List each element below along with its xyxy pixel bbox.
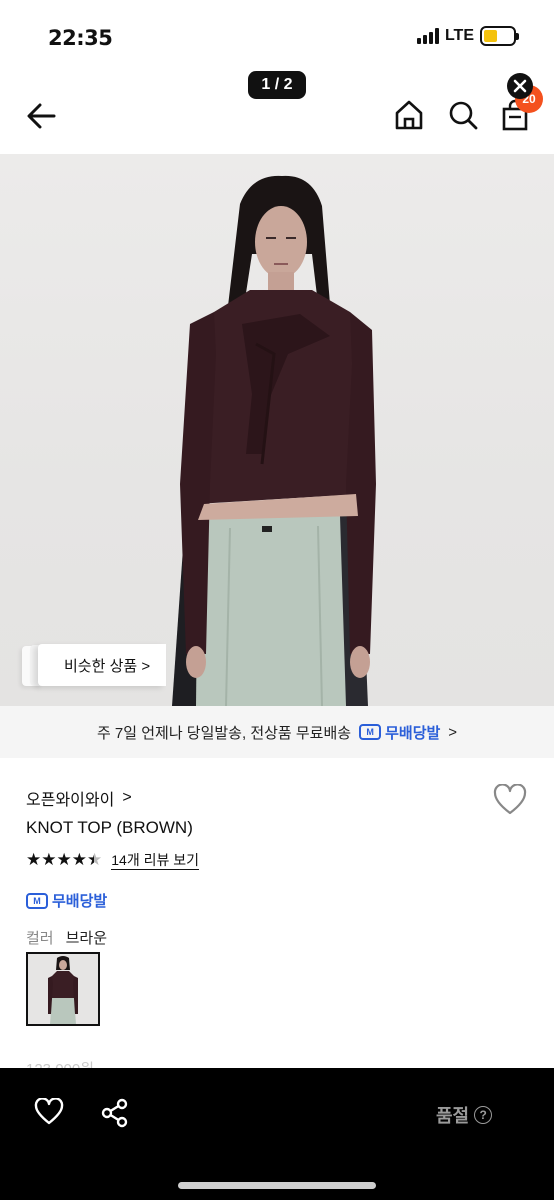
- share-icon[interactable]: [100, 1098, 130, 1128]
- similar-products-button[interactable]: 비슷한 상품 >: [38, 644, 166, 686]
- delivery-text: 주 7일 언제나 당일발송, 전상품 무료배송: [96, 724, 352, 742]
- brand-name: 오픈와이와이: [26, 792, 115, 809]
- delivery-banner[interactable]: 주 7일 언제나 당일발송, 전상품 무료배송 M 무배당발 >: [0, 706, 554, 758]
- search-icon[interactable]: [446, 98, 480, 132]
- status-indicators: LTE: [416, 26, 519, 46]
- close-icon[interactable]: [507, 73, 533, 99]
- free-delivery-label: 무배당발: [385, 724, 441, 742]
- chevron-right-icon: >: [448, 723, 458, 741]
- free-delivery-label: 무배당발: [52, 893, 108, 910]
- thumbnail-image: [28, 954, 98, 1024]
- battery-icon: [480, 26, 519, 46]
- image-page-counter: 1 / 2: [248, 71, 306, 99]
- star-icon: ★: [26, 850, 41, 869]
- color-label: 컬러: [26, 930, 54, 947]
- home-icon[interactable]: [392, 98, 426, 132]
- product-title: KNOT TOP (BROWN): [26, 818, 193, 837]
- rating-row: ★ ★ ★ ★ ★ 14개 리뷰 보기: [26, 850, 200, 870]
- review-link[interactable]: 14개 리뷰 보기: [111, 851, 200, 870]
- product-image[interactable]: [0, 154, 554, 706]
- soldout-button[interactable]: 품절 ?: [436, 1102, 493, 1128]
- status-bar: 22:35 LTE: [0, 0, 554, 70]
- bottom-action-bar: 품절 ?: [0, 1068, 554, 1200]
- brand-link[interactable]: 오픈와이와이 >: [26, 786, 132, 810]
- color-option-row: 컬러 브라운: [26, 927, 107, 948]
- network-label: LTE: [444, 27, 474, 44]
- star-icon: ★: [56, 850, 72, 869]
- color-value: 브라운: [65, 930, 108, 947]
- home-indicator: [178, 1182, 376, 1189]
- heart-icon[interactable]: [34, 1098, 64, 1126]
- star-icon: ★: [41, 850, 56, 869]
- delivery-truck-icon: M: [26, 892, 48, 909]
- status-time: 22:35: [48, 26, 113, 50]
- help-icon[interactable]: ?: [474, 1106, 493, 1124]
- soldout-label: 품절: [436, 1106, 470, 1126]
- free-delivery-badge: M 무배당발: [359, 722, 440, 743]
- star-icon: ★: [71, 850, 87, 869]
- heart-icon[interactable]: [492, 784, 528, 816]
- delivery-truck-icon: M: [359, 724, 382, 740]
- signal-icon: [416, 28, 439, 44]
- free-delivery-badge: M 무배당발: [26, 890, 107, 911]
- star-rating: ★ ★ ★ ★ ★: [26, 850, 102, 870]
- model-photo: [172, 175, 376, 706]
- back-arrow-icon[interactable]: [22, 98, 62, 134]
- half-star-icon: ★: [87, 850, 102, 869]
- chevron-right-icon: >: [122, 789, 132, 806]
- color-swatch-thumbnail[interactable]: [26, 952, 100, 1026]
